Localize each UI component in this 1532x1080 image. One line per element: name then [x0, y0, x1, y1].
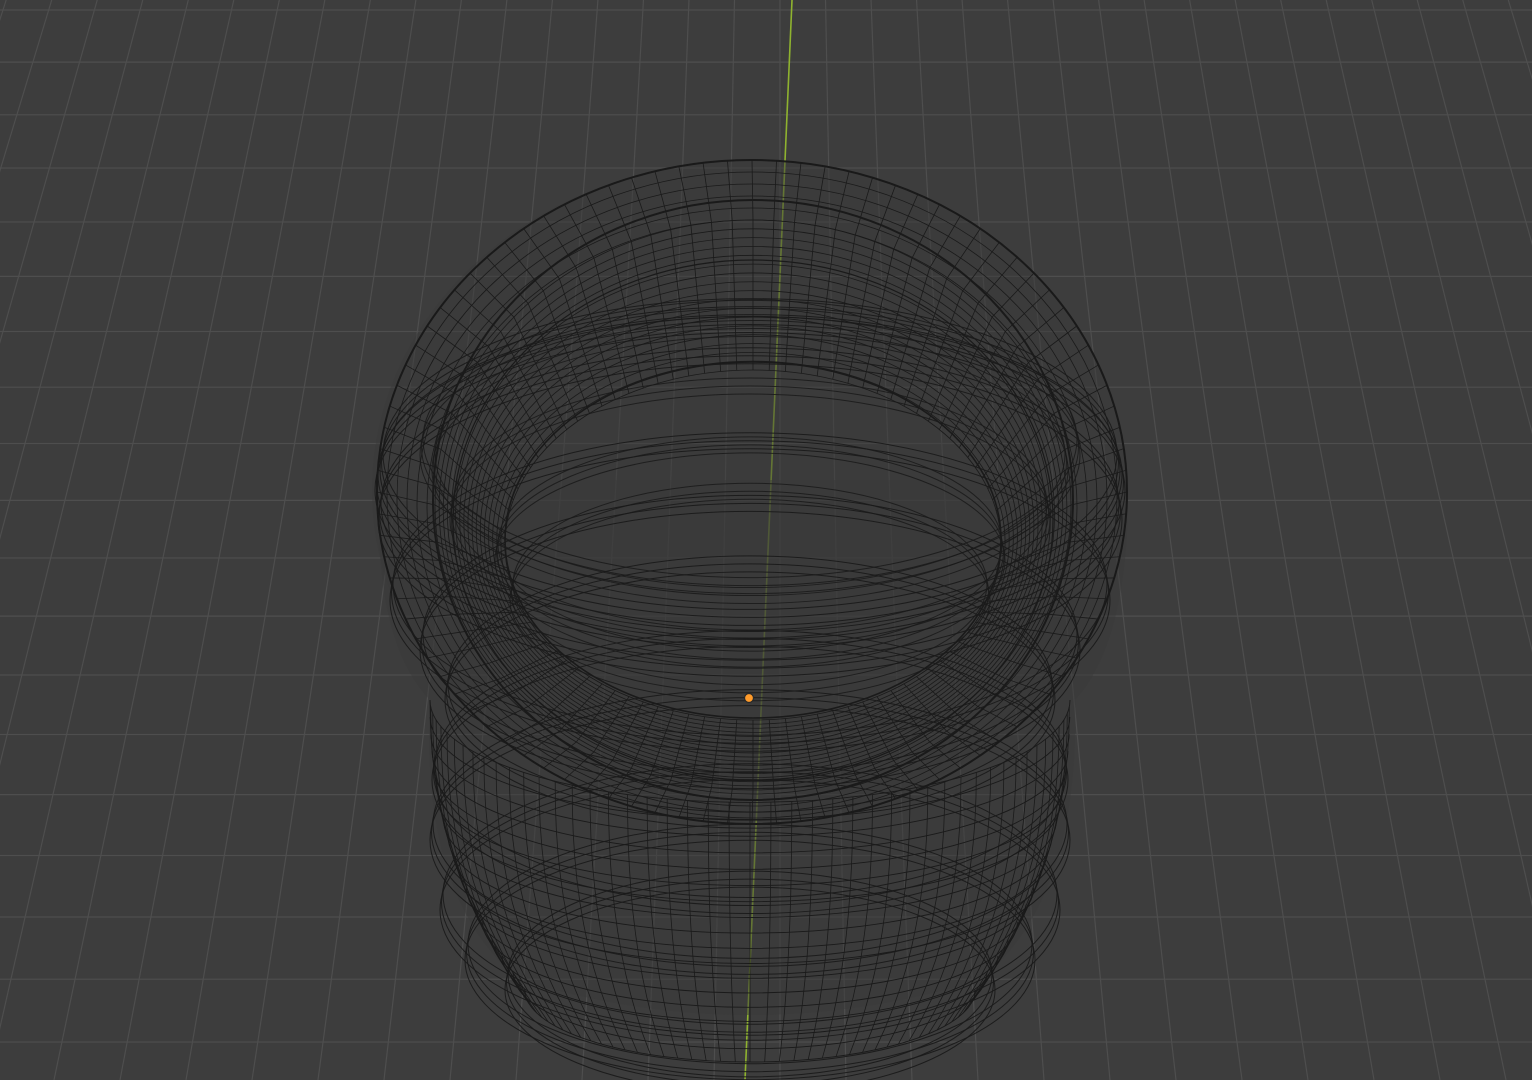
object-origin-icon[interactable]: [743, 692, 755, 704]
3d-viewport[interactable]: [0, 0, 1532, 1080]
viewport-canvas[interactable]: [0, 0, 1532, 1080]
pot-mesh-wireframe[interactable]: [372, 159, 1129, 1080]
